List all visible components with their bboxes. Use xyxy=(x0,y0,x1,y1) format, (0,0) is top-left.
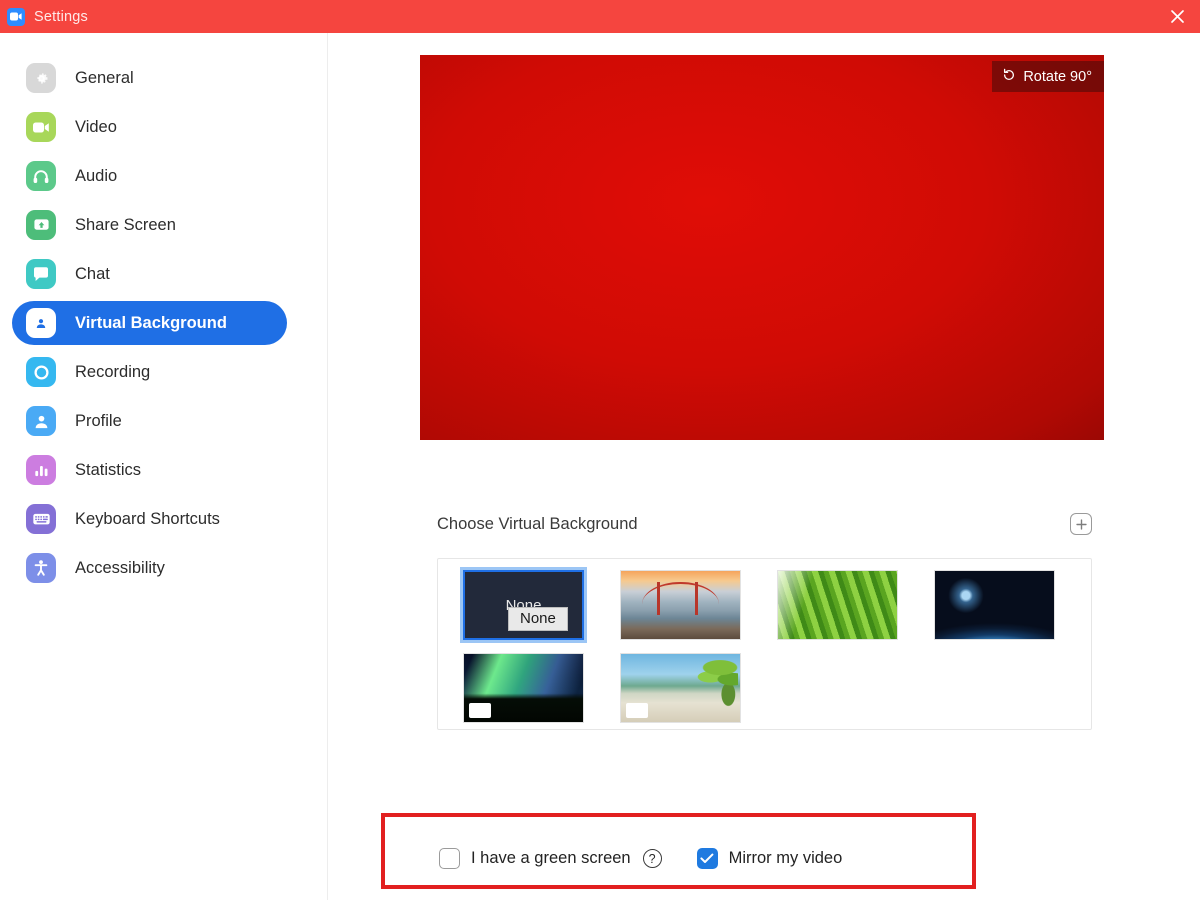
sidebar-item-label: Share Screen xyxy=(75,215,176,234)
record-icon xyxy=(26,357,56,387)
video-options-row: I have a green screen ? Mirror my video xyxy=(439,848,842,869)
virtual-background-list: None xyxy=(437,558,1092,730)
video-icon xyxy=(26,112,56,142)
sidebar-item-chat[interactable]: Chat xyxy=(12,252,287,296)
close-icon[interactable] xyxy=(1154,0,1200,33)
gear-icon xyxy=(26,63,56,93)
video-badge-icon xyxy=(469,703,491,718)
rotate-90-button[interactable]: Rotate 90° xyxy=(992,61,1104,92)
rotate-ccw-icon xyxy=(1002,68,1016,86)
virtual-background-panel: Rotate 90° Choose Virtual Background Non… xyxy=(329,33,1200,900)
choose-virtual-background-label: Choose Virtual Background xyxy=(437,514,638,533)
sidebar-item-recording[interactable]: Recording xyxy=(12,350,287,394)
keyboard-icon xyxy=(26,504,56,534)
accessibility-icon xyxy=(26,553,56,583)
sidebar-item-label: Statistics xyxy=(75,460,142,479)
chat-icon xyxy=(26,259,56,289)
bridge-image xyxy=(621,571,740,639)
zoom-camera-icon xyxy=(7,7,25,26)
mirror-video-checkbox[interactable] xyxy=(696,848,718,869)
sidebar-item-share-screen[interactable]: Share Screen xyxy=(12,203,287,247)
sidebar-item-general[interactable]: General xyxy=(12,56,287,100)
mirror-video-label: Mirror my video xyxy=(728,849,843,867)
background-thumb-earth[interactable] xyxy=(934,570,1055,640)
sidebar-item-audio[interactable]: Audio xyxy=(12,154,287,198)
background-thumb-aurora[interactable] xyxy=(463,653,584,723)
sidebar-item-label: Keyboard Shortcuts xyxy=(75,509,220,528)
green-screen-label: I have a green screen xyxy=(471,849,631,867)
sidebar-item-profile[interactable]: Profile xyxy=(12,399,287,443)
person-icon xyxy=(26,406,56,436)
plus-icon[interactable] xyxy=(1070,513,1092,535)
sidebar-item-keyboard-shortcuts[interactable]: Keyboard Shortcuts xyxy=(12,497,287,541)
tooltip-none: None xyxy=(508,607,568,631)
sidebar-item-label: Chat xyxy=(75,264,110,283)
title-bar: Settings xyxy=(0,0,1200,33)
sidebar-item-label: Virtual Background xyxy=(75,313,227,332)
sidebar-item-video[interactable]: Video xyxy=(12,105,287,149)
settings-sidebar: General Video Audio Share Screen Chat Vi… xyxy=(0,33,328,900)
bar-chart-icon xyxy=(26,455,56,485)
window-title: Settings xyxy=(34,8,88,25)
green-screen-checkbox[interactable] xyxy=(439,848,460,869)
sidebar-item-virtual-background[interactable]: Virtual Background xyxy=(12,301,287,345)
background-thumb-grass[interactable] xyxy=(777,570,898,640)
sidebar-item-label: Profile xyxy=(75,411,122,430)
sidebar-item-label: Audio xyxy=(75,166,118,185)
choose-virtual-background-header: Choose Virtual Background xyxy=(437,513,1092,535)
sidebar-item-statistics[interactable]: Statistics xyxy=(12,448,287,492)
sidebar-item-label: Accessibility xyxy=(75,558,165,577)
rotate-button-label: Rotate 90° xyxy=(1023,68,1092,85)
sidebar-item-label: Video xyxy=(75,117,117,136)
question-mark-icon[interactable]: ? xyxy=(642,849,662,868)
background-thumb-bridge[interactable] xyxy=(620,570,741,640)
share-up-icon xyxy=(26,210,56,240)
background-thumb-beach[interactable] xyxy=(620,653,741,723)
grass-image xyxy=(778,571,897,639)
sidebar-item-label: General xyxy=(75,68,134,87)
video-preview: Rotate 90° xyxy=(420,55,1104,440)
earth-image xyxy=(935,571,1054,639)
sidebar-item-accessibility[interactable]: Accessibility xyxy=(12,546,287,590)
person-card-icon xyxy=(26,308,56,338)
sidebar-item-label: Recording xyxy=(75,362,151,381)
headphones-icon xyxy=(26,161,56,191)
video-badge-icon xyxy=(626,703,648,718)
